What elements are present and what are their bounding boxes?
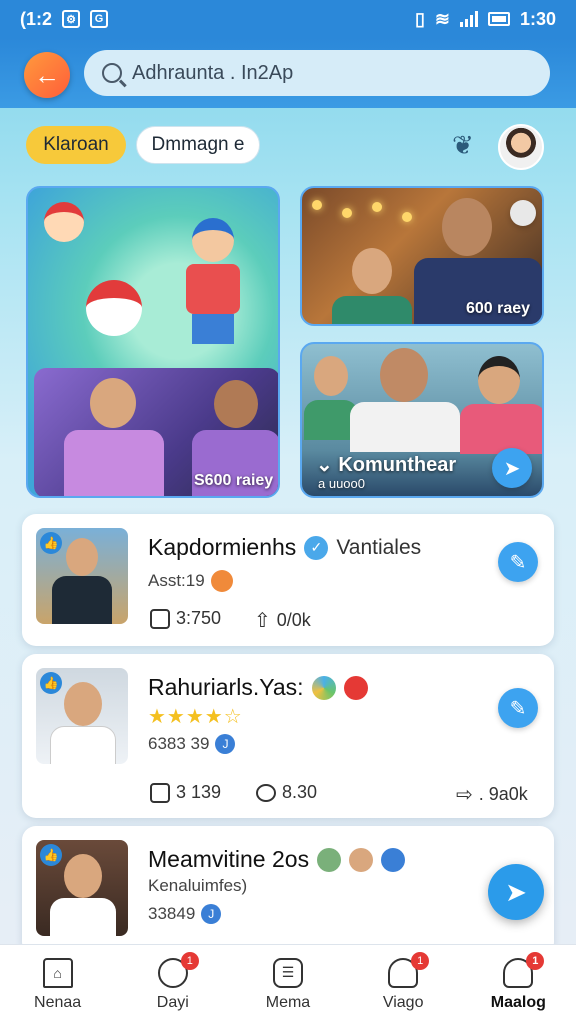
shares-stat[interactable]: ⇧ 0/0k	[254, 608, 311, 633]
coin-icon	[210, 570, 233, 592]
notification-badge: 1	[180, 951, 199, 970]
status-time: 1:30	[519, 8, 556, 29]
card-meta: 33849 J	[148, 904, 222, 924]
menu-icon: ☰	[272, 957, 303, 988]
arrow-left-icon: ←	[34, 59, 60, 90]
pencil-icon: ✎	[509, 551, 527, 574]
notification-badge: 1	[411, 951, 430, 970]
tile-2-label: 600 raey	[466, 300, 531, 317]
rating: ★★★★☆	[148, 704, 243, 729]
thumbs-up-icon: 👍	[40, 672, 62, 694]
status-left: (1:2 ⚙ G	[20, 8, 109, 30]
status-left-text: (1:2	[20, 8, 53, 29]
search-icon	[102, 63, 122, 83]
pencil-icon: ✎	[509, 697, 527, 720]
bottom-nav: ⌂ Nenaa 1 Dayi ☰ Mema 1 Viago 1 Maalog	[0, 944, 576, 1024]
boy-illustration	[178, 218, 248, 348]
nav-item-home[interactable]: ⌂ Nenaa	[8, 957, 108, 1012]
card-subtitle: 6383 39 J	[148, 734, 236, 754]
featured-tile-2[interactable]: 600 raey	[300, 186, 544, 326]
comment-icon	[256, 783, 276, 802]
list-item[interactable]: 👍 Meamvitine 2os Kenaluimfes) 33849 J	[22, 826, 554, 956]
card-title: Rahuriarls.Yas:	[148, 674, 368, 701]
send-fab-button[interactable]: ➤	[488, 864, 544, 920]
emoji-icon	[343, 675, 368, 700]
like-icon	[150, 608, 170, 629]
info-icon: J	[201, 904, 222, 924]
nav-item-search[interactable]: 1 Dayi	[123, 951, 223, 1012]
list-item[interactable]: 👍 Kapdormienhs ✓ Vantiales Asst:19 3:750…	[22, 514, 554, 646]
edit-button[interactable]: ✎	[498, 542, 538, 582]
thumbnail: 👍	[36, 840, 128, 936]
nav-item-user[interactable]: 1 Viago	[353, 951, 453, 1012]
tile-3-label: ⌄ Komunthear	[316, 454, 457, 476]
chip-filter-2[interactable]: Dmmagn e	[136, 126, 260, 164]
card-tag: Vantiales	[336, 535, 422, 559]
edit-button[interactable]: ✎	[498, 688, 538, 728]
comments-stat[interactable]: 8.30	[256, 782, 317, 803]
featured-tile-1[interactable]: S600 raiey	[26, 186, 280, 498]
card-title: Meamvitine 2os	[148, 846, 406, 873]
thumbs-up-icon: 👍	[40, 532, 62, 554]
nav-item-profile[interactable]: 1 Maalog	[468, 951, 568, 1012]
emoji-icon	[311, 675, 336, 700]
send-icon: ➤	[505, 876, 527, 907]
card-title: Kapdormienhs ✓ Vantiales	[148, 534, 422, 560]
signal-icon	[459, 11, 478, 27]
search-text: Adhraunta . In2Ap	[132, 61, 294, 84]
thumbnail: 👍	[36, 528, 128, 624]
tile-1-label: S600 raiey	[194, 472, 274, 489]
mascot-illustration	[44, 202, 84, 242]
likes-stat[interactable]: 3 139	[150, 782, 221, 803]
emoji-icon	[317, 847, 342, 872]
chevron-down-icon: ⌄	[316, 454, 339, 476]
chip-filter-1[interactable]: Klaroan	[26, 126, 126, 164]
card-subtitle: Asst:19	[148, 570, 233, 592]
avatar[interactable]	[498, 124, 544, 170]
share-icon: ⇧	[254, 610, 271, 632]
tile-3-sublabel: a uuoo0	[318, 476, 365, 491]
list-item[interactable]: 👍 Rahuriarls.Yas: ★★★★☆ 6383 39 J 3 139 …	[22, 654, 554, 818]
shares-stat[interactable]: ⇨ . 9a0k	[456, 782, 528, 807]
vibrate-icon: ▯	[414, 8, 425, 29]
featured-photo: S600 raiey	[34, 368, 278, 496]
info-icon: J	[215, 734, 236, 754]
top-bar: ← Adhraunta . In2Ap	[0, 38, 576, 108]
notification-badge: 1	[526, 951, 545, 970]
more-button[interactable]	[510, 200, 536, 226]
star-rating-icon: ★★★★☆	[148, 706, 243, 728]
status-right: ▯ ≋ 1:30	[415, 9, 556, 30]
back-button[interactable]: ←	[24, 52, 70, 98]
fish-icon[interactable]: ❦	[452, 130, 474, 161]
card-subtitle: Kenaluimfes)	[148, 876, 248, 895]
notification-icon: ⚙	[62, 10, 81, 28]
status-bar: (1:2 ⚙ G ▯ ≋ 1:30	[0, 0, 576, 38]
verified-icon: ✓	[304, 535, 329, 560]
thumbnail: 👍	[36, 668, 128, 764]
wifi-icon: ≋	[434, 8, 450, 29]
app-icon: G	[90, 10, 109, 28]
share-icon: ⇨	[456, 784, 473, 806]
emoji-icon	[381, 847, 406, 872]
search-input[interactable]: Adhraunta . In2Ap	[84, 50, 550, 96]
featured-tile-3[interactable]: ⌄ Komunthear a uuoo0 ➤	[300, 342, 544, 498]
battery-icon	[487, 12, 510, 26]
send-icon: ➤	[503, 457, 521, 480]
thumbs-up-icon: 👍	[40, 844, 62, 866]
nav-item-menu[interactable]: ☰ Mema	[238, 957, 338, 1012]
mascot-illustration	[86, 280, 142, 336]
like-icon	[150, 782, 170, 803]
emoji-icon	[349, 847, 374, 872]
likes-stat[interactable]: 3:750	[150, 608, 221, 629]
home-icon: ⌂	[42, 957, 73, 988]
send-button[interactable]: ➤	[492, 448, 532, 488]
